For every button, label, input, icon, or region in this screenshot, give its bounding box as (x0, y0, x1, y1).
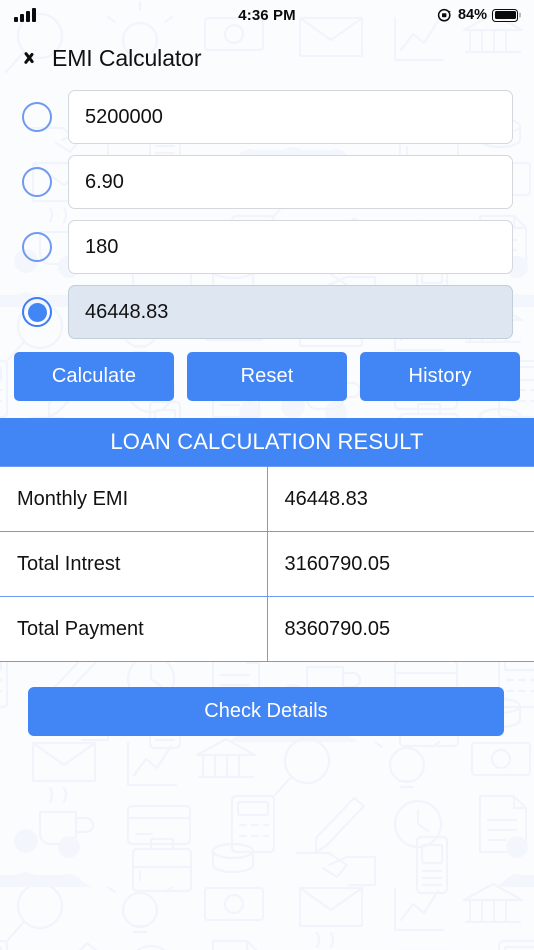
calculate-button[interactable]: Calculate (14, 352, 174, 401)
result-label: Monthly EMI (0, 466, 268, 532)
result-value: 8360790.05 (266, 596, 534, 662)
status-bar-right-group: 84% (437, 7, 518, 23)
navigation-bar: EMI Calculator (0, 30, 534, 86)
result-value: 46448.83 (266, 466, 534, 532)
field-row-emi (0, 285, 534, 339)
battery-full-icon (492, 8, 518, 22)
check-details-button[interactable]: Check Details (28, 687, 504, 736)
table-row: Total Payment 8360790.05 (0, 596, 534, 662)
back-chevron-icon[interactable] (22, 45, 38, 71)
field-row-tenure (0, 220, 534, 274)
radio-tenure[interactable] (22, 232, 52, 262)
radio-interest-rate[interactable] (22, 167, 52, 197)
battery-percent-label: 84% (457, 7, 487, 23)
result-block: LOAN CALCULATION RESULT Monthly EMI 4644… (0, 418, 534, 662)
history-button[interactable]: History (360, 352, 520, 401)
table-row: Total Intrest 3160790.05 (0, 531, 534, 597)
loan-amount-input[interactable] (68, 90, 513, 144)
radio-emi[interactable] (22, 297, 52, 327)
tenure-input[interactable] (68, 220, 513, 274)
page-title: EMI Calculator (52, 44, 202, 71)
rotation-lock-icon (437, 8, 451, 22)
input-form (0, 86, 534, 339)
radio-loan-amount[interactable] (22, 102, 52, 132)
check-details-wrapper: Check Details (0, 662, 534, 736)
result-header: LOAN CALCULATION RESULT (0, 418, 534, 466)
table-row: Monthly EMI 46448.83 (0, 466, 534, 532)
reset-button[interactable]: Reset (187, 352, 347, 401)
emi-input[interactable] (68, 285, 513, 339)
result-label: Total Intrest (0, 531, 268, 597)
result-label: Total Payment (0, 596, 268, 662)
interest-rate-input[interactable] (68, 155, 513, 209)
field-row-interest-rate (0, 155, 534, 209)
result-value: 3160790.05 (266, 531, 534, 597)
action-button-row: Calculate Reset History (0, 350, 534, 401)
field-row-loan-amount (0, 90, 534, 144)
result-table: Monthly EMI 46448.83 Total Intrest 31607… (0, 466, 534, 662)
status-bar: 4:36 PM 84% (0, 0, 534, 30)
